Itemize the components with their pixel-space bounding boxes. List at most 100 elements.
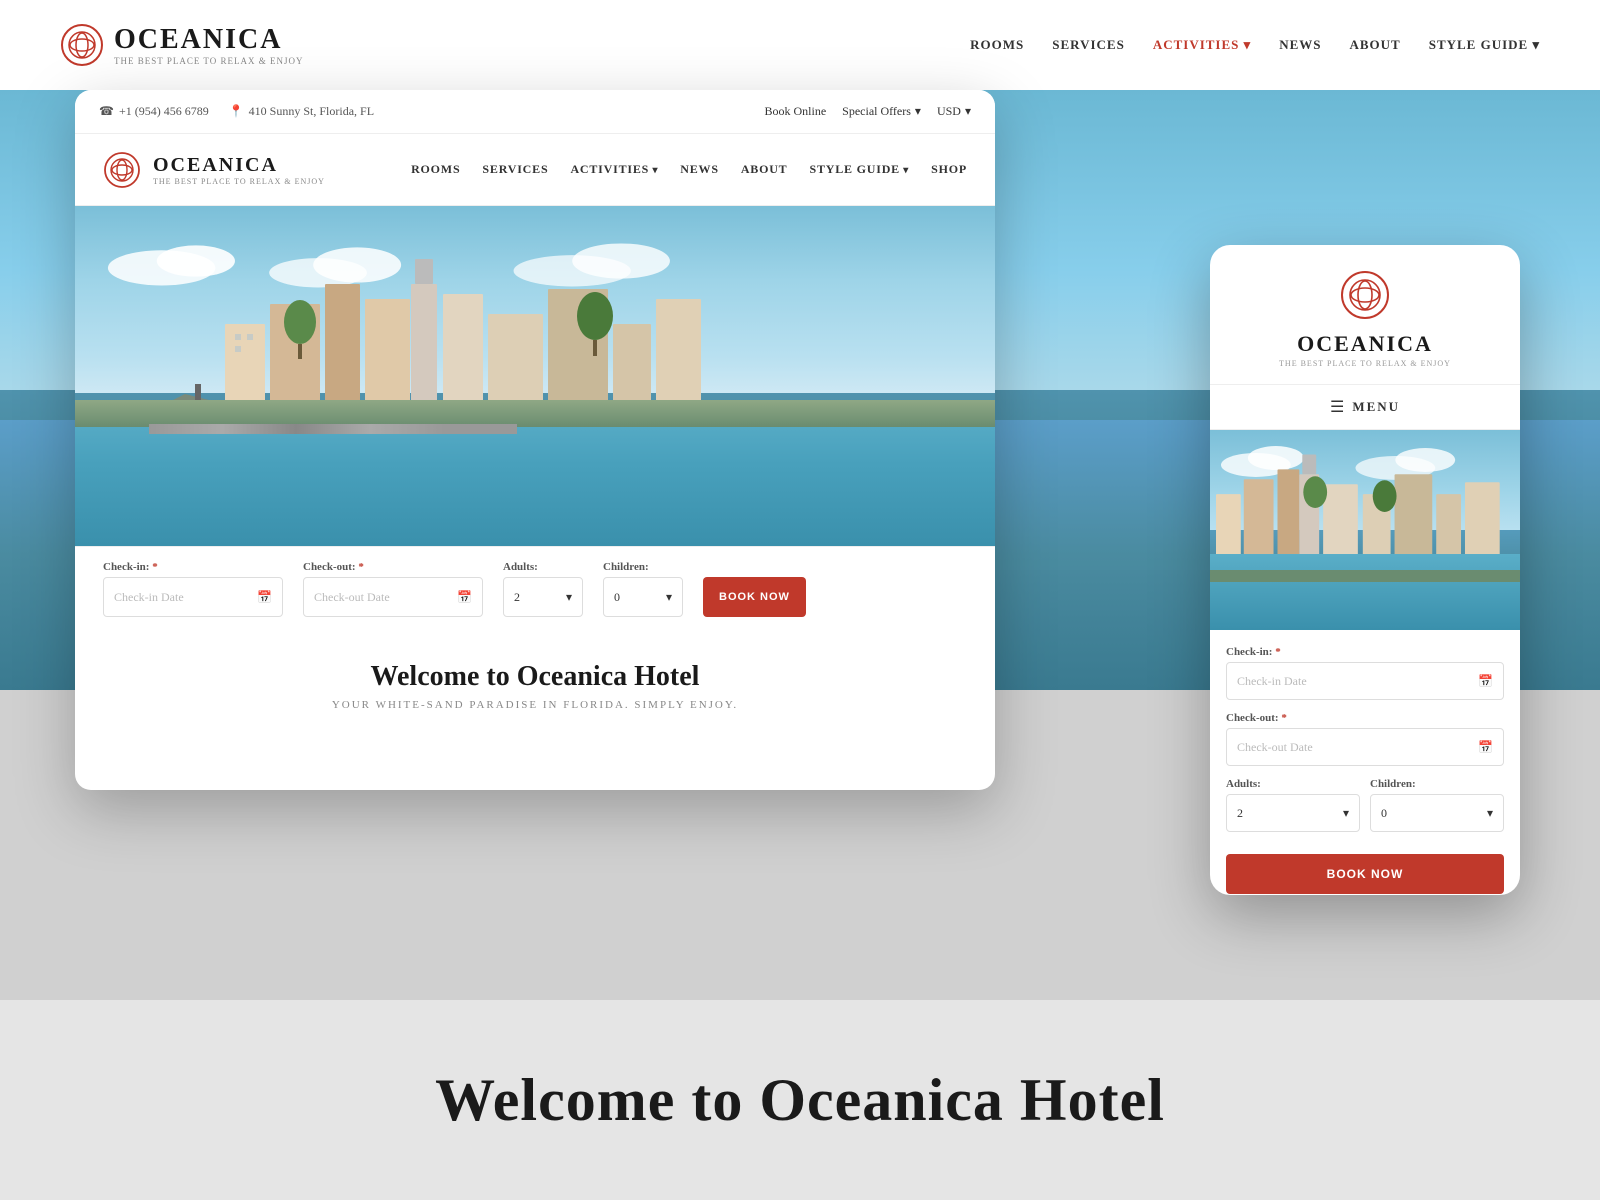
desktop-card-nav: OCEANICA THE BEST PLACE TO RELAX & ENJOY… — [75, 134, 995, 206]
desktop-topbar: ☎ +1 (954) 456 6789 📍 410 Sunny St, Flor… — [75, 90, 995, 134]
card-nav-services[interactable]: SERVICES — [482, 162, 548, 177]
mobile-adults-select[interactable]: 2 ▾ — [1226, 794, 1360, 832]
bg-nav-services[interactable]: SERVICES — [1052, 37, 1125, 53]
desktop-card: ☎ +1 (954) 456 6789 📍 410 Sunny St, Flor… — [75, 90, 995, 790]
location-icon: 📍 — [229, 104, 244, 119]
special-offers-btn[interactable]: Special Offers ▾ — [842, 104, 921, 119]
checkin-label: Check-in: * — [103, 561, 283, 573]
checkin-field: Check-in: * Check-in Date 📅 — [103, 561, 283, 617]
bg-nav: ROOMS SERVICES AcTivITIES ▾ NEWS ABOUT S… — [970, 37, 1540, 53]
mobile-checkin-calendar-icon: 📅 — [1478, 674, 1493, 689]
card-brand-name: OCEANICA — [153, 154, 325, 177]
card-brand-text: OCEANICA THE BEST PLACE TO RELAX & ENJOY — [153, 154, 325, 186]
desktop-welcome: Welcome to Oceanica Hotel YOUR WHITE-SAN… — [75, 631, 995, 741]
checkout-input[interactable]: Check-out Date 📅 — [303, 577, 483, 617]
mobile-shore — [1210, 570, 1520, 582]
booking-submit-btn[interactable]: BOOK NOW — [703, 577, 806, 617]
children-label: Children: — [603, 561, 683, 573]
card-nav-news[interactable]: NEWS — [680, 162, 719, 177]
card-nav-rooms[interactable]: ROOMS — [411, 162, 460, 177]
bg-nav-activities[interactable]: AcTivITIES ▾ — [1153, 37, 1251, 53]
mobile-checkout-label: Check-out: * — [1226, 712, 1504, 724]
desktop-card-hero — [75, 206, 995, 546]
mobile-logo-section: OCEANICA THE BEST PLACE TO RELAX & ENJOY — [1210, 245, 1520, 385]
card-nav-shop[interactable]: SHOP — [931, 162, 967, 177]
mobile-checkin-field: Check-in: * Check-in Date 📅 — [1226, 646, 1504, 700]
mobile-card: OCEANICA THE BEST PLACE TO RELAX & ENJOY… — [1210, 245, 1520, 895]
book-online-btn[interactable]: Book Online — [764, 104, 826, 119]
phone-number: +1 (954) 456 6789 — [119, 104, 209, 119]
card-logo-icon — [103, 151, 141, 189]
welcome-title: Welcome to Oceanica Hotel — [103, 661, 967, 693]
mobile-checkout-calendar-icon: 📅 — [1478, 740, 1493, 755]
mobile-adults-value: 2 — [1237, 806, 1243, 821]
currency-btn[interactable]: USD ▾ — [937, 104, 971, 119]
bg-welcome-big-title: Welcome to Oceanica Hotel — [435, 1066, 1165, 1135]
checkout-calendar-icon: 📅 — [457, 590, 472, 605]
mobile-brand: OCEANICA THE BEST PLACE TO RELAX & ENJOY — [1279, 331, 1451, 368]
mobile-children-select[interactable]: 0 ▾ — [1370, 794, 1504, 832]
mobile-adults-chevron: ▾ — [1343, 806, 1349, 821]
currency-chevron: ▾ — [965, 104, 971, 119]
card-brand-tagline: THE BEST PLACE TO RELAX & ENJOY — [153, 177, 325, 186]
mobile-children-label: Children: — [1370, 778, 1504, 790]
bg-nav-news[interactable]: NEWS — [1279, 37, 1321, 53]
hamburger-icon: ☰ — [1330, 397, 1344, 417]
children-select[interactable]: 0 ▾ — [603, 577, 683, 617]
bg-logo: OCEANICA THE BEST PLACE TO RELAX & ENJOY — [60, 23, 304, 67]
card-nav-links: ROOMS SERVICES ACTIVITIES NEWS ABOUT STY… — [411, 162, 967, 177]
bg-logo-icon — [60, 23, 104, 67]
card-cars — [149, 424, 517, 434]
address-text: 410 Sunny St, Florida, FL — [249, 104, 374, 119]
mobile-menu-label[interactable]: MENU — [1352, 399, 1400, 415]
adults-select[interactable]: 2 ▾ — [503, 577, 583, 617]
checkout-label: Check-out: * — [303, 561, 483, 573]
mobile-adults-field: Adults: 2 ▾ — [1226, 778, 1360, 832]
mobile-checkin-required: * — [1275, 646, 1281, 658]
welcome-subtitle: YOUR WHITE-SAND PARADISE IN FLORIDA. SIM… — [103, 699, 967, 711]
mobile-adults-label: Adults: — [1226, 778, 1360, 790]
card-booking-bar: Check-in: * Check-in Date 📅 Check-out: *… — [75, 546, 995, 631]
card-nav-style-guide[interactable]: STYLE GUIDE — [810, 162, 910, 177]
mobile-sea — [1210, 554, 1520, 630]
address-item: 📍 410 Sunny St, Florida, FL — [229, 104, 374, 119]
card-nav-activities[interactable]: ACTIVITIES — [570, 162, 658, 177]
checkin-calendar-icon: 📅 — [257, 590, 272, 605]
bg-brand-tagline: THE BEST PLACE TO RELAX & ENJOY — [114, 56, 304, 66]
adults-chevron: ▾ — [566, 590, 572, 605]
mobile-checkout-input[interactable]: Check-out Date 📅 — [1226, 728, 1504, 766]
mobile-book-btn[interactable]: BOOK NOW — [1226, 854, 1504, 894]
adults-value: 2 — [514, 590, 520, 605]
bg-header: OCEANICA THE BEST PLACE TO RELAX & ENJOY… — [0, 0, 1600, 90]
checkin-placeholder: Check-in Date — [114, 590, 184, 605]
mobile-checkout-field: Check-out: * Check-out Date 📅 — [1226, 712, 1504, 766]
bg-nav-rooms[interactable]: ROOMS — [970, 37, 1024, 53]
checkout-field: Check-out: * Check-out Date 📅 — [303, 561, 483, 617]
children-value: 0 — [614, 590, 620, 605]
mobile-checkout-placeholder: Check-out Date — [1237, 740, 1313, 755]
special-offers-chevron: ▾ — [915, 104, 921, 119]
phone-item: ☎ +1 (954) 456 6789 — [99, 104, 209, 119]
checkout-required: * — [358, 561, 364, 573]
mobile-checkin-placeholder: Check-in Date — [1237, 674, 1307, 689]
mobile-brand-name: OCEANICA — [1279, 331, 1451, 357]
mobile-booking-form: Check-in: * Check-in Date 📅 Check-out: *… — [1210, 630, 1520, 895]
mobile-guests-row: Adults: 2 ▾ Children: 0 ▾ — [1226, 778, 1504, 844]
bg-nav-style-guide[interactable]: STYLE GUIDE ▾ — [1429, 37, 1540, 53]
bg-brand-text: OCEANICA THE BEST PLACE TO RELAX & ENJOY — [114, 24, 304, 66]
mobile-children-chevron: ▾ — [1487, 806, 1493, 821]
mobile-children-value: 0 — [1381, 806, 1387, 821]
bg-nav-about[interactable]: ABOUT — [1349, 37, 1400, 53]
checkin-input[interactable]: Check-in Date 📅 — [103, 577, 283, 617]
bg-brand-name: OCEANICA — [114, 24, 304, 56]
card-logo-area: OCEANICA THE BEST PLACE TO RELAX & ENJOY — [103, 151, 325, 189]
card-nav-about[interactable]: ABOUT — [741, 162, 788, 177]
checkin-required: * — [152, 561, 158, 573]
mobile-logo-icon — [1339, 269, 1391, 321]
mobile-checkin-input[interactable]: Check-in Date 📅 — [1226, 662, 1504, 700]
special-offers-text: Special Offers — [842, 104, 911, 119]
adults-field: Adults: 2 ▾ — [503, 561, 583, 617]
topbar-actions: Book Online Special Offers ▾ USD ▾ — [764, 104, 971, 119]
topbar-contact: ☎ +1 (954) 456 6789 📍 410 Sunny St, Flor… — [99, 104, 374, 119]
mobile-checkin-label: Check-in: * — [1226, 646, 1504, 658]
